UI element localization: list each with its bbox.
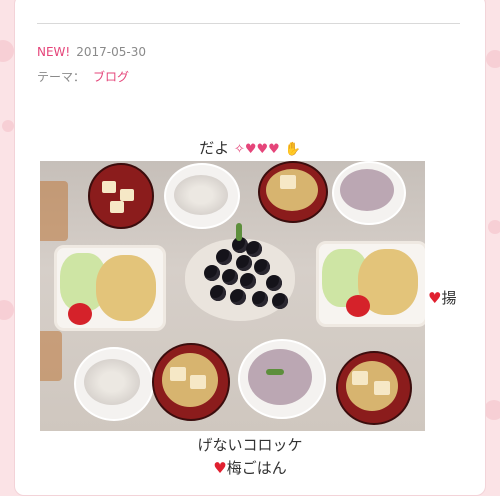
grape [240, 273, 256, 289]
grape [216, 249, 232, 265]
tofu [120, 189, 134, 201]
food-photo [40, 161, 425, 431]
drink-glass [40, 331, 62, 381]
body-text-3: げないコロッケ [197, 436, 303, 454]
grape [272, 293, 288, 309]
tofu [352, 371, 368, 385]
body-line-4: ♥梅ごはん [0, 457, 500, 478]
background-dot [486, 50, 500, 68]
garnish [266, 369, 284, 375]
body-text-4: 梅ごはん [226, 459, 287, 477]
body-text-1: だよ [199, 139, 230, 157]
grape [236, 255, 252, 271]
grape [266, 275, 282, 291]
tofu [102, 181, 116, 193]
grape [222, 269, 238, 285]
croquette [96, 255, 156, 321]
background-dot [0, 300, 14, 320]
post-date: 2017-05-30 [76, 45, 146, 59]
grape [230, 289, 246, 305]
cherry-tomato [346, 295, 370, 317]
drink-glass [40, 181, 68, 241]
heart-icon: ♥ [213, 459, 227, 477]
grape [210, 285, 226, 301]
divider [37, 23, 460, 24]
body-line-2: ♥揚 [428, 287, 456, 308]
background-dot [2, 120, 14, 132]
tofu [170, 367, 186, 381]
grape [254, 259, 270, 275]
shirasu-rice [84, 359, 140, 405]
miso-soup [346, 361, 398, 411]
background-dot [0, 40, 14, 62]
body-text-2: 揚 [441, 289, 457, 307]
background-dot [488, 220, 500, 234]
tofu [280, 175, 296, 189]
new-badge: NEW! [37, 45, 71, 59]
background-dot [484, 400, 500, 420]
post-date-row: NEW! 2017-05-30 [37, 45, 146, 59]
tofu [110, 201, 124, 213]
body-line-1: だよ ✧♥♥♥ ✋ [0, 137, 500, 158]
tofu [190, 375, 206, 389]
sparkle-heart-icon: ✧♥♥♥ [233, 142, 280, 157]
ume-rice [340, 169, 394, 211]
grape [246, 241, 262, 257]
heart-icon: ♥ [428, 289, 442, 307]
cherry-tomato [68, 303, 92, 325]
grape [204, 265, 220, 281]
body-line-3: げないコロッケ [0, 434, 500, 455]
tofu [374, 381, 390, 395]
grape [252, 291, 268, 307]
grape-stem [236, 223, 242, 241]
post-theme-row: テーマ： ブログ [37, 68, 129, 85]
theme-label: テーマ： [37, 70, 86, 84]
shirasu-rice [174, 175, 228, 215]
ume-rice [248, 349, 312, 405]
hand-icon: ✋ [284, 142, 301, 157]
theme-link-blog[interactable]: ブログ [93, 70, 129, 84]
